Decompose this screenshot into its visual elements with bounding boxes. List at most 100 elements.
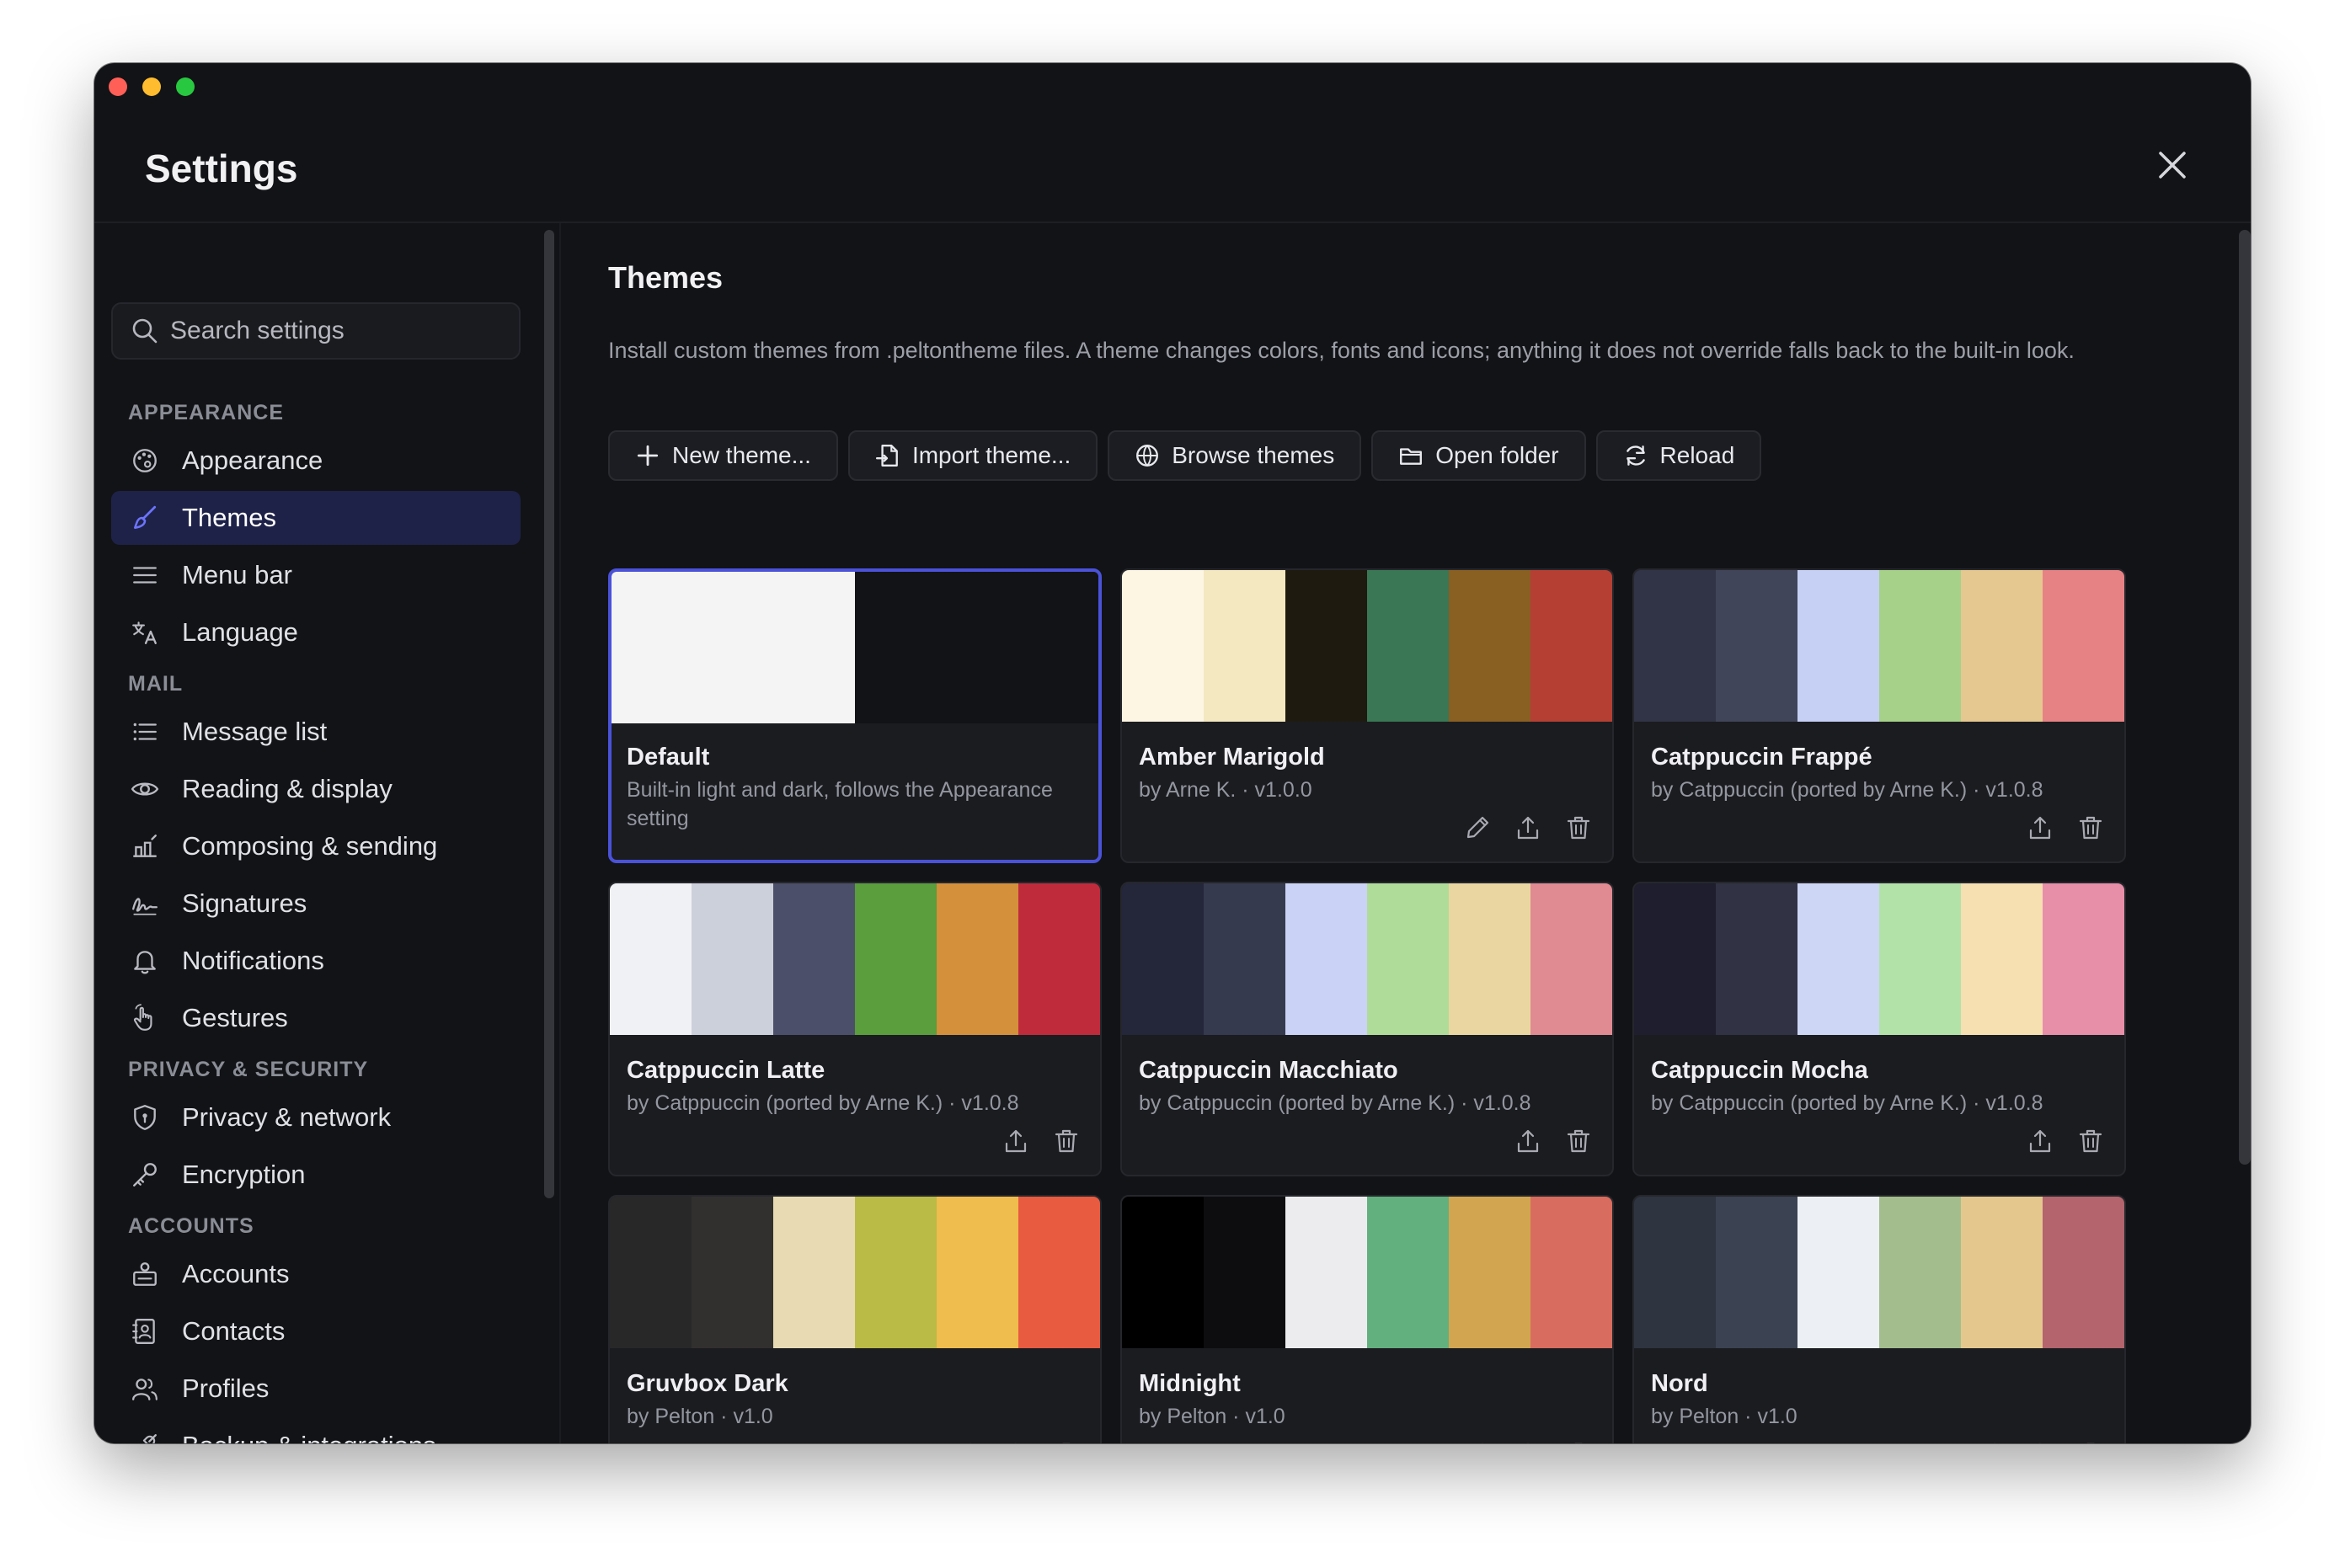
edit-theme-button[interactable] xyxy=(1974,1439,2005,1443)
sidebar-item-label: Accounts xyxy=(182,1259,290,1288)
color-swatch-2 xyxy=(1204,1197,1285,1348)
delete-theme-button[interactable] xyxy=(2075,1126,2106,1156)
edit-theme-button[interactable] xyxy=(950,1439,980,1443)
color-swatch-4 xyxy=(855,883,937,1035)
delete-theme-button[interactable] xyxy=(1563,1126,1594,1156)
color-swatch-2 xyxy=(855,572,1098,723)
delete-theme-button[interactable] xyxy=(1563,813,1594,843)
export-theme-button[interactable] xyxy=(1001,1126,1031,1156)
upload-icon xyxy=(1517,1129,1539,1153)
sidebar-item-profiles[interactable]: Profiles xyxy=(111,1362,521,1416)
sidebar-item-label: Privacy & network xyxy=(182,1102,392,1132)
export-theme-button[interactable] xyxy=(1513,1439,1543,1443)
trash-icon xyxy=(2079,816,2102,840)
theme-meta: by Arne K. · v1.0.0 xyxy=(1139,778,1312,802)
sidebar-item-message-list[interactable]: Message list xyxy=(111,705,521,759)
delete-theme-button[interactable] xyxy=(1051,1439,1082,1443)
translate-icon xyxy=(130,617,160,648)
toolbar-button-label: Import theme... xyxy=(911,442,1071,468)
delete-theme-button[interactable] xyxy=(1563,1439,1594,1443)
theme-actions xyxy=(2025,1126,2106,1156)
sidebar-item-menu-bar[interactable]: Menu bar xyxy=(111,548,521,602)
sidebar-item-appearance[interactable]: Appearance xyxy=(111,434,521,488)
sidebar-item-label: Themes xyxy=(182,503,276,532)
sidebar-item-label: Profiles xyxy=(182,1373,270,1403)
settings-window: Settings Search settings APPEARANCE Appea… xyxy=(94,63,2251,1443)
theme-card-amber-marigold[interactable]: Amber Marigold by Arne K. · v1.0.0 xyxy=(1120,568,1614,863)
delete-theme-button[interactable] xyxy=(2075,813,2106,843)
color-swatch-3 xyxy=(1797,570,1879,722)
export-theme-button[interactable] xyxy=(2025,813,2055,843)
color-swatch-3 xyxy=(1797,883,1879,1035)
reload-icon xyxy=(1623,443,1660,468)
sidebar-item-encryption[interactable]: Encryption xyxy=(111,1148,521,1202)
sidebar-item-label: Gestures xyxy=(182,1003,288,1032)
theme-card-catppuccin-macchiato[interactable]: Catppuccin Macchiato by Catppuccin (porte… xyxy=(1120,882,1614,1176)
sidebar-item-backup-and-integrations[interactable]: Backup & integrations xyxy=(111,1419,521,1443)
sidebar-item-composing-and-sending[interactable]: Composing & sending xyxy=(111,819,521,873)
new-theme-button[interactable]: New theme... xyxy=(608,430,838,481)
sidebar-item-signatures[interactable]: Signatures xyxy=(111,877,521,931)
delete-theme-button[interactable] xyxy=(1051,1126,1082,1156)
search-placeholder: Search settings xyxy=(170,317,345,344)
sidebar-item-gestures[interactable]: Gestures xyxy=(111,991,521,1045)
trash-icon xyxy=(1567,816,1590,840)
theme-card-nord[interactable]: Nord by Pelton · v1.0 xyxy=(1632,1195,2126,1443)
theme-card-midnight[interactable]: Midnight by Pelton · v1.0 xyxy=(1120,1195,1614,1443)
theme-color-swatch xyxy=(1634,1197,2124,1348)
sidebar-item-accounts[interactable]: Accounts xyxy=(111,1247,521,1301)
theme-name: Catppuccin Mocha xyxy=(1651,1057,1868,1084)
sidebar-item-label: Encryption xyxy=(182,1160,306,1189)
export-theme-button[interactable] xyxy=(2025,1439,2055,1443)
theme-card-catppuccin-frapp[interactable]: Catppuccin Frappé by Catppuccin (ported b… xyxy=(1632,568,2126,863)
sidebar-scrollbar[interactable] xyxy=(544,230,554,1198)
sidebar-item-reading-and-display[interactable]: Reading & display xyxy=(111,762,521,816)
close-settings-button[interactable] xyxy=(2153,146,2192,184)
browse-themes-button[interactable]: Browse themes xyxy=(1108,430,1362,481)
compose-icon xyxy=(130,831,160,861)
export-theme-button[interactable] xyxy=(1513,813,1543,843)
trash-icon xyxy=(2079,1129,2102,1153)
theme-name: Midnight xyxy=(1139,1370,1241,1397)
theme-card-catppuccin-latte[interactable]: Catppuccin Latte by Catppuccin (ported by… xyxy=(608,882,1102,1176)
theme-meta: by Catppuccin (ported by Arne K.) · v1.0… xyxy=(1651,1091,2043,1115)
folder-icon xyxy=(1398,443,1435,468)
color-swatch-6 xyxy=(1530,1197,1612,1348)
sidebar-item-privacy-and-network[interactable]: Privacy & network xyxy=(111,1091,521,1144)
theme-card-default[interactable]: Default Built-in light and dark, follows … xyxy=(608,568,1102,863)
upload-icon xyxy=(2027,1441,2054,1443)
import-theme-button[interactable]: Import theme... xyxy=(847,430,1098,481)
color-swatch-1 xyxy=(1122,570,1204,722)
eye-icon xyxy=(130,774,160,804)
color-swatch-4 xyxy=(1879,1197,1961,1348)
search-input[interactable]: Search settings xyxy=(111,302,521,360)
export-theme-button[interactable] xyxy=(2025,1126,2055,1156)
color-swatch-5 xyxy=(1449,570,1530,722)
main-panel: Themes Install custom themes from .pelto… xyxy=(561,223,2251,1443)
theme-name: Gruvbox Dark xyxy=(627,1370,788,1397)
minimize-window-button[interactable] xyxy=(142,77,161,96)
zoom-window-button[interactable] xyxy=(176,77,195,96)
theme-card-gruvbox-dark[interactable]: Gruvbox Dark by Pelton · v1.0 xyxy=(608,1195,1102,1443)
edit-theme-button[interactable] xyxy=(1462,813,1493,843)
sidebar-item-notifications[interactable]: Notifications xyxy=(111,934,521,988)
delete-theme-button[interactable] xyxy=(2075,1439,2106,1443)
sidebar-item-language[interactable]: Language xyxy=(111,605,521,659)
theme-card-catppuccin-mocha[interactable]: Catppuccin Mocha by Catppuccin (ported by… xyxy=(1632,882,2126,1176)
sidebar-item-contacts[interactable]: Contacts xyxy=(111,1304,521,1358)
reload-button[interactable]: Reload xyxy=(1595,430,1762,481)
main-scrollbar[interactable] xyxy=(2239,230,2251,1165)
export-theme-button[interactable] xyxy=(1513,1126,1543,1156)
open-folder-button[interactable]: Open folder xyxy=(1371,430,1586,481)
sidebar-item-label: Backup & integrations xyxy=(182,1431,436,1443)
theme-actions xyxy=(1001,1126,1082,1156)
globe-icon xyxy=(1135,443,1172,468)
color-swatch-1 xyxy=(1634,1197,1716,1348)
color-swatch-4 xyxy=(855,1197,937,1348)
export-theme-button[interactable] xyxy=(1001,1439,1031,1443)
edit-theme-button[interactable] xyxy=(1462,1439,1493,1443)
close-window-button[interactable] xyxy=(109,77,127,96)
sidebar-section-mail: MAIL xyxy=(128,672,184,696)
sidebar-item-themes[interactable]: Themes xyxy=(111,491,521,545)
window-controls xyxy=(109,77,195,96)
